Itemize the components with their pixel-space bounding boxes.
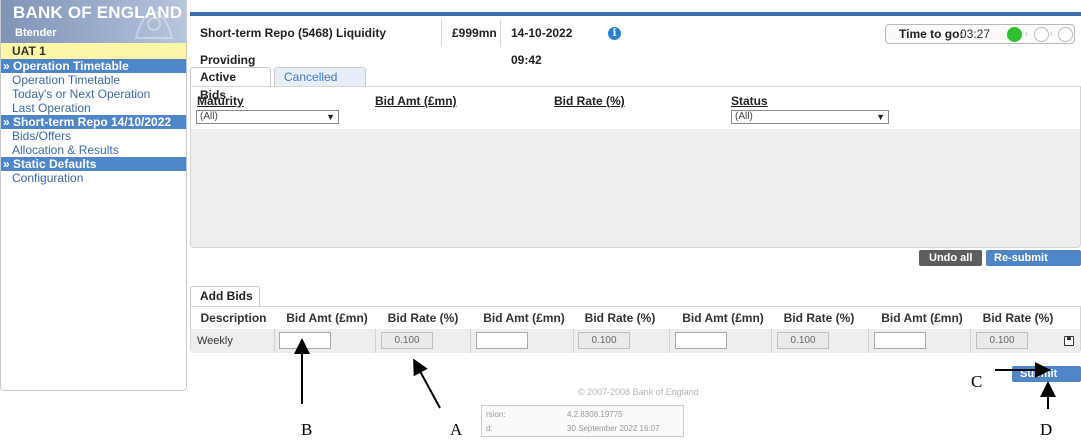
sidebar-item-bids-offers[interactable]: Bids/Offers [1,129,186,143]
add-bids-panel: Add Bids Description Bid Amt (£mn) Bid R… [190,276,1081,391]
header-accent-bar [190,12,1081,16]
column-divider [573,329,574,353]
built-value: 30 September 2022 16:07 [567,424,660,433]
sidebar-section-short-term-repo[interactable]: » Short-term Repo 14/10/2022 [1,115,186,129]
operation-name: Short-term Repo (5468) Liquidity Providi… [190,20,442,67]
copyright-text: © 2007-2008 Bank of England [578,387,699,397]
chevron-down-icon: ▼ [326,112,335,122]
table-row: Weekly 0.100 0.100 0.100 0.100 [191,329,1080,353]
status-dot-pending [1034,27,1049,42]
operation-amount: £999mn [442,20,501,47]
column-bid-rate: Bid Rate (%) [387,311,459,325]
column-divider [771,329,772,353]
annotation-label-c: C [971,372,983,391]
environment-label: UAT 1 [1,43,186,59]
crest-icon [134,10,174,39]
column-bid-rate: Bid Rate (%) [584,311,656,325]
bid-rate-input[interactable]: 0.100 [381,332,433,349]
bid-amount-input[interactable] [279,332,331,349]
tab-active-bids[interactable]: Active Bids [190,67,271,102]
bid-rate-input[interactable]: 0.100 [777,332,829,349]
column-status[interactable]: Status [731,94,768,108]
chevron-down-icon: ▼ [876,112,885,122]
operation-header: Short-term Repo (5468) Liquidity Providi… [190,20,1081,67]
sidebar-section-operation-timetable[interactable]: » Operation Timetable [1,59,186,73]
sidebar-item-todays-operation[interactable]: Today's or Next Operation [1,87,186,101]
submit-all-button[interactable]: Submit All [1012,366,1081,396]
status-dot-active [1007,27,1022,42]
tab-add-bids[interactable]: Add Bids [190,286,260,306]
status-dot-pending [1058,27,1073,42]
annotation-label-b: B [301,420,313,439]
sidebar-item-configuration[interactable]: Configuration [1,171,186,185]
column-divider [470,329,471,353]
maturity-filter-value: (All) [200,111,218,122]
time-to-go-panel: Time to go: 03:27 › › [885,24,1075,44]
built-label: d: [486,424,493,433]
column-bid-amount: Bid Amt (£mn) [483,311,565,325]
column-divider [274,329,275,353]
sidebar-item-last-operation[interactable]: Last Operation [1,101,186,115]
bid-amount-input[interactable] [675,332,727,349]
add-bids-table: Description Bid Amt (£mn) Bid Rate (%) B… [190,306,1081,353]
column-bid-rate: Bid Rate (%) [783,311,855,325]
column-bid-rate[interactable]: Bid Rate (%) [554,94,625,108]
column-divider [669,329,670,353]
annotation-label-a: A [450,420,463,439]
version-info-box: rsion: 4.2.8308.19775 d: 30 September 20… [481,405,684,437]
row-description: Weekly [197,335,233,347]
active-bids-grid: Maturity Bid Amt (£mn) Bid Rate (%) Stat… [190,86,1081,248]
bid-rate-input[interactable]: 0.100 [976,332,1028,349]
column-bid-amount[interactable]: Bid Amt (£mn) [375,94,457,108]
bid-amount-input[interactable] [874,332,926,349]
tab-cancelled-bids[interactable]: Cancelled Bids [274,67,366,102]
app-name: Btender [15,27,57,39]
bid-amount-input[interactable] [476,332,528,349]
chevron-right-icon: › [1050,29,1053,38]
column-bid-amount: Bid Amt (£mn) [682,311,764,325]
column-divider [970,329,971,353]
grid-header: Maturity Bid Amt (£mn) Bid Rate (%) Stat… [191,87,1080,129]
time-to-go-value: 03:27 [960,27,991,41]
save-icon[interactable] [1064,336,1074,346]
chevron-right-icon: › [1025,29,1028,38]
column-bid-amount: Bid Amt (£mn) [286,311,368,325]
sidebar-item-operation-timetable[interactable]: Operation Timetable [1,73,186,87]
column-bid-amount: Bid Amt (£mn) [881,311,963,325]
version-value: 4.2.8308.19775 [567,410,623,419]
column-description: Description [200,311,267,325]
time-to-go-label: Time to go: [899,27,964,41]
column-divider [375,329,376,353]
maturity-filter-select[interactable]: (All) ▼ [196,110,339,124]
undo-all-button[interactable]: Undo all [919,250,983,266]
version-label: rsion: [486,410,506,419]
info-icon[interactable]: i [608,27,621,40]
annotation-label-d: D [1040,420,1053,439]
status-filter-value: (All) [735,111,753,122]
resubmit-all-button[interactable]: Re-submit all [986,250,1081,280]
operation-datetime: 14-10-2022 09:42 [511,26,573,67]
sidebar-item-allocation-results[interactable]: Allocation & Results [1,143,186,157]
bid-rate-input[interactable]: 0.100 [578,332,630,349]
status-filter-select[interactable]: (All) ▼ [731,110,889,124]
column-bid-rate: Bid Rate (%) [982,311,1054,325]
sidebar-section-static-defaults[interactable]: » Static Defaults [1,157,186,171]
bank-logo: BANK OF ENGLAND Btender [1,0,186,43]
sidebar: BANK OF ENGLAND Btender UAT 1 » Operatio… [0,0,187,391]
column-divider [868,329,869,353]
